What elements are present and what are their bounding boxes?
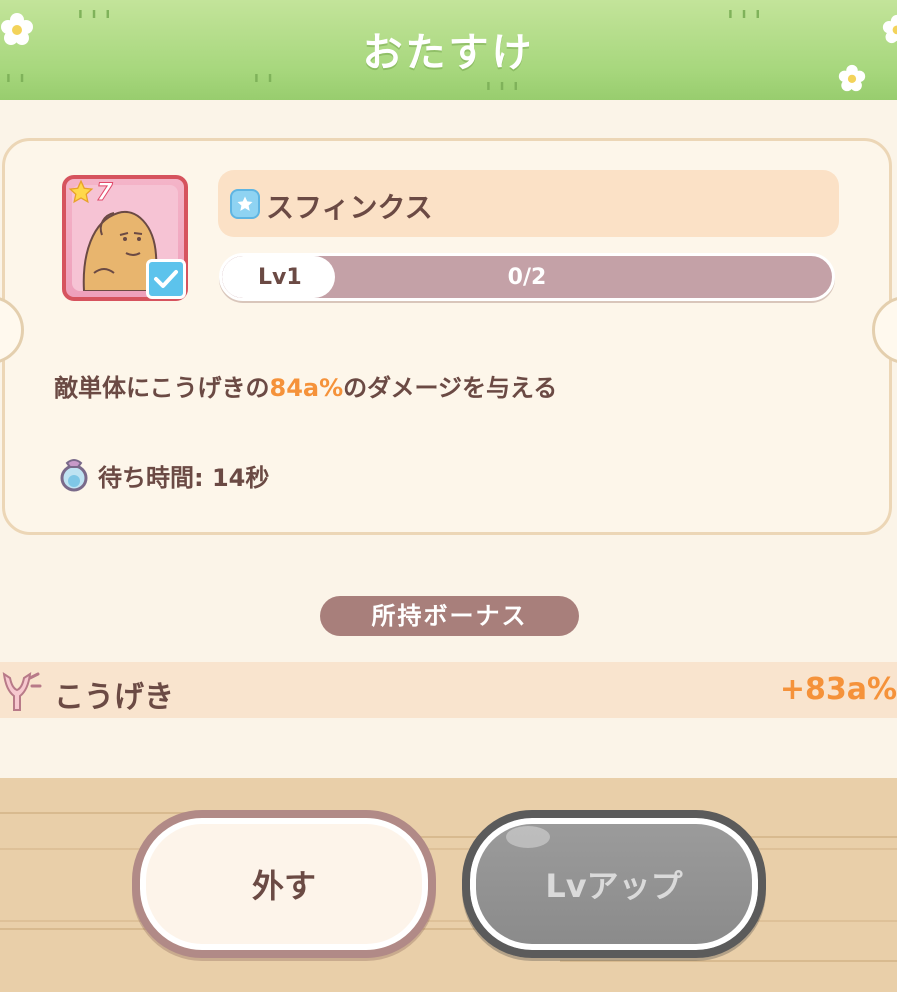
level-progress-bar: Lv1 0/2 — [219, 253, 835, 301]
button-gloss-highlight — [506, 826, 550, 848]
helper-name: スフィンクス — [266, 191, 433, 224]
description-damage-value: 84a% — [269, 374, 344, 402]
description-text-pre: 敵単体にこうげきの — [54, 374, 270, 402]
wood-grain-line — [560, 960, 897, 962]
level-progress-text: 0/2 — [507, 265, 547, 290]
skill-description: 敵単体にこうげきの84a%のダメージを与える — [54, 368, 557, 403]
character-type-icon — [230, 189, 260, 219]
check-icon — [154, 270, 178, 288]
star-icon — [237, 196, 253, 211]
equipped-check-badge — [146, 259, 186, 299]
bonus-stat-value: +83a% — [779, 672, 897, 707]
star-icon — [68, 179, 94, 204]
bonus-stat-label: こうげき — [54, 680, 174, 715]
bonus-section-title: 所持ボーナス — [320, 596, 579, 636]
remove-button[interactable]: 外す — [132, 810, 436, 958]
rarity-badge: 7 — [66, 175, 119, 209]
header-bar: ı ı ı ı ı ı ı ı ı ı ı ı ı おたすけ — [0, 0, 897, 100]
timer-icon — [60, 459, 88, 492]
grass-decoration: ı ı ı — [486, 78, 521, 94]
description-text-post: のダメージを与える — [343, 374, 558, 402]
page-title: おたすけ — [362, 30, 535, 76]
rarity-number: 7 — [96, 178, 114, 207]
attack-icon — [2, 671, 42, 711]
cooldown-text: 待ち時間: 14秒 — [98, 464, 270, 492]
